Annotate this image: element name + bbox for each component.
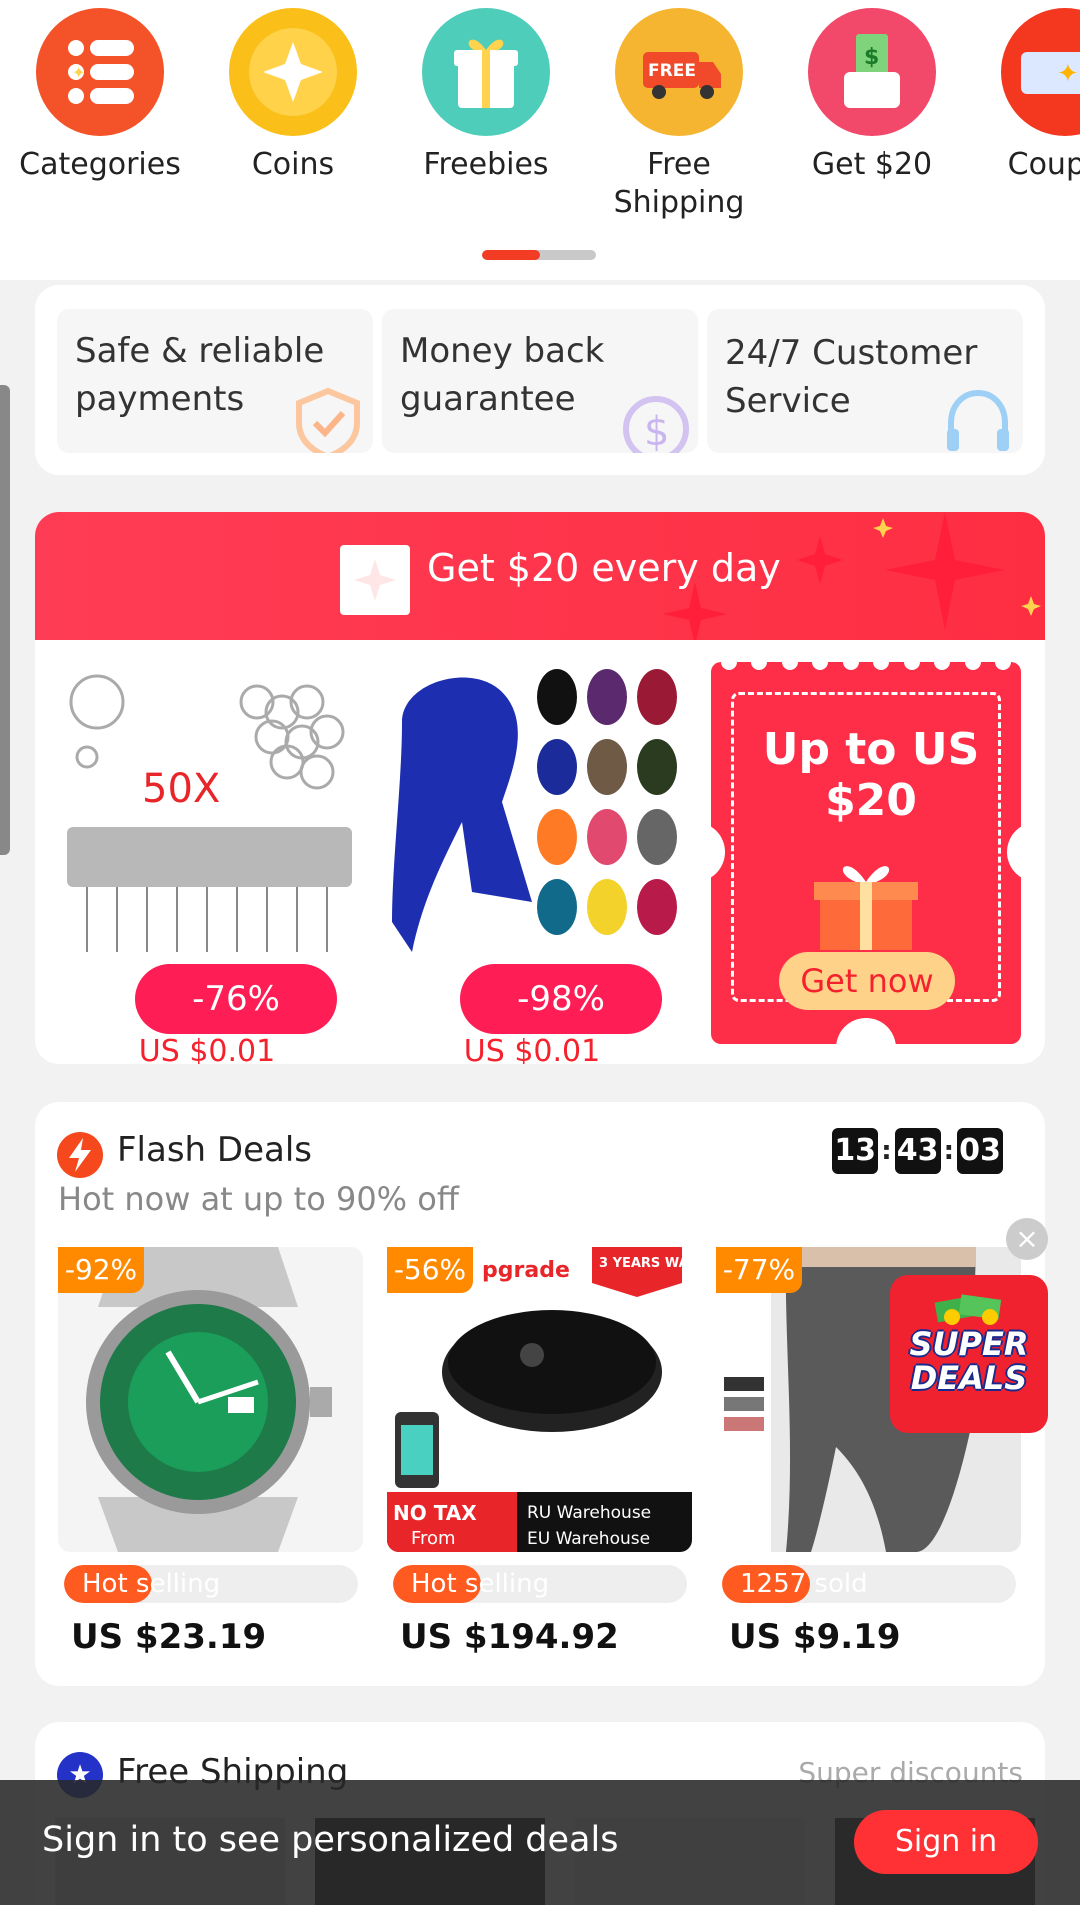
discount-badge: -56%: [387, 1247, 473, 1293]
sales-tag: Hot selling: [411, 1569, 550, 1599]
quick-links-row: ✦ Categories Coins Freebies FREE Free Shi…: [0, 0, 1080, 280]
dollar-icon: $: [623, 396, 689, 453]
guarantee-line1: Safe & reliable: [75, 331, 325, 371]
discount-pill: -98%: [460, 964, 662, 1034]
guarantee-line2: guarantee: [400, 379, 576, 419]
svg-text:FREE: FREE: [648, 61, 696, 81]
product-price: US $0.01: [138, 1034, 276, 1064]
aliexpress-logo: [340, 545, 410, 615]
discount-badge: -92%: [58, 1247, 144, 1293]
product-image-text: EU Warehouse: [527, 1529, 650, 1549]
get20-product-keyrings[interactable]: 50X -76% US $0.01: [57, 662, 357, 1064]
product-image-text: pgrade: [482, 1258, 570, 1283]
quick-link-get20[interactable]: $ Get $20: [777, 8, 967, 184]
guarantee-line1: Money back: [400, 331, 605, 371]
sales-progress-bar: Hot selling: [64, 1565, 358, 1603]
signin-banner: Sign in to see personalized deals Sign i…: [0, 1780, 1080, 1905]
get20-banner[interactable]: Get $20 every day: [35, 512, 1045, 640]
svg-text:✦: ✦: [72, 63, 85, 82]
side-drawer-handle[interactable]: [0, 385, 10, 855]
quick-link-coins[interactable]: Coins: [198, 8, 388, 184]
product-image-text: 50X: [142, 766, 220, 812]
super-deals-float-button[interactable]: SUPER DEALS: [890, 1275, 1048, 1433]
gift-box-icon: [814, 866, 918, 950]
quick-link-categories[interactable]: ✦ Categories: [5, 8, 195, 184]
guarantee-safe-payments: Safe & reliable payments: [57, 309, 373, 453]
guarantee-line2: Service: [725, 381, 851, 421]
svg-text:$: $: [644, 409, 669, 453]
quick-link-coupon[interactable]: ✦ Coupon: [970, 8, 1080, 184]
coins-icon: [229, 8, 357, 136]
get20-coupon[interactable]: Up to US $20 Get now: [711, 662, 1021, 1044]
headset-icon: [947, 389, 1009, 451]
coupon-icon: ✦: [1001, 8, 1080, 136]
coupon-title: Up to US $20: [762, 724, 980, 826]
product-price: US $0.01: [463, 1034, 601, 1064]
lightning-icon: [57, 1132, 103, 1178]
product-price: US $9.19: [729, 1617, 901, 1657]
free-truck-icon: FREE: [615, 8, 743, 136]
quick-link-label: Categories: [19, 147, 181, 182]
sparkle-decoration: [663, 582, 727, 640]
flash-deal-item-watch[interactable]: -92% Hot selling US $23.19: [58, 1247, 363, 1677]
flash-deal-item-robot-vacuum[interactable]: pgrade 3 YEARS WARRANTY NO TAX From RU W…: [387, 1247, 692, 1677]
product-image: 50X: [57, 662, 357, 962]
timer-seconds: 03: [957, 1128, 1003, 1174]
timer-hours: 13: [832, 1128, 879, 1174]
guarantee-money-back: Money back guarantee $: [382, 309, 698, 453]
signin-prompt: Sign in to see personalized deals: [42, 1820, 619, 1860]
categories-icon: ✦: [36, 8, 164, 136]
sales-progress-bar: 1257 sold: [722, 1565, 1016, 1603]
flash-deals-subtitle: Hot now at up to 90% off: [58, 1180, 459, 1218]
quick-link-label: Get $20: [811, 147, 933, 182]
guarantee-line1: 24/7 Customer: [725, 333, 978, 373]
sales-progress-bar: Hot selling: [393, 1565, 687, 1603]
svg-text:$: $: [864, 45, 879, 70]
sales-tag: Hot selling: [82, 1569, 221, 1599]
quick-links-scroll-indicator: [482, 250, 596, 260]
product-price: US $194.92: [400, 1617, 619, 1657]
guarantees-card: Safe & reliable payments Money back guaran…: [35, 285, 1045, 475]
product-image: [382, 662, 682, 962]
discount-pill: -76%: [135, 964, 337, 1034]
quick-link-label: Coupon: [1007, 147, 1080, 182]
product-image-text: From: [411, 1528, 456, 1549]
countdown-timer: 13: 43: 03: [832, 1128, 1003, 1174]
quick-link-label: Coins: [251, 147, 335, 182]
super-deals-close-button[interactable]: ×: [1006, 1218, 1048, 1260]
flash-deals-title[interactable]: Flash Deals: [117, 1130, 312, 1170]
get20-product-durags[interactable]: -98% US $0.01: [382, 662, 682, 1064]
guarantee-line2: payments: [75, 379, 245, 419]
product-image-text: 3 YEARS WARRANTY: [599, 1256, 692, 1271]
product-price: US $23.19: [71, 1617, 267, 1657]
coupon-get-now-button[interactable]: Get now: [779, 952, 955, 1010]
quick-link-free-shipping[interactable]: FREE Free Shipping: [584, 8, 774, 222]
signin-button[interactable]: Sign in: [854, 1810, 1038, 1874]
gift-icon: [422, 8, 550, 136]
product-image-text: RU Warehouse: [527, 1503, 651, 1523]
product-image-text: NO TAX: [393, 1501, 477, 1525]
super-deals-label-line2: DEALS: [910, 1359, 1028, 1397]
quick-link-label: Free Shipping: [613, 147, 745, 220]
discount-badge: -77%: [716, 1247, 802, 1293]
shield-check-icon: [296, 387, 360, 453]
svg-text:✦: ✦: [1057, 59, 1079, 89]
sparkle-decoration: [797, 512, 1041, 630]
money-icon: [934, 1294, 1002, 1325]
quick-link-label: Freebies: [423, 147, 549, 182]
guarantee-customer-service: 24/7 Customer Service: [707, 309, 1023, 453]
timer-minutes: 43: [894, 1128, 941, 1174]
cash-icon: $: [808, 8, 936, 136]
super-deals-label-line1: SUPER: [909, 1325, 1029, 1363]
sales-tag: 1257 sold: [740, 1569, 868, 1599]
quick-link-freebies[interactable]: Freebies: [391, 8, 581, 184]
get20-card[interactable]: Get $20 every day 50X -76% US $0.01 -98%…: [35, 512, 1045, 1064]
